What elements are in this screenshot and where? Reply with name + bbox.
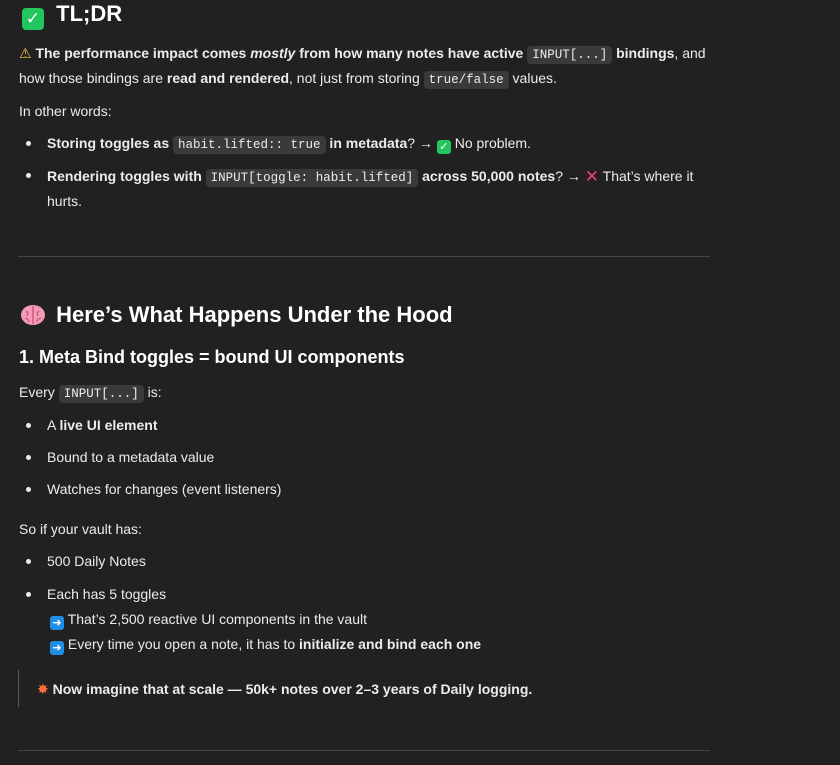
list-item: 500 Daily Notes xyxy=(47,553,146,569)
impact-line-1: ⚠ The performance impact comes mostly fr… xyxy=(19,45,706,64)
bullet-dot xyxy=(26,173,31,178)
scale-quote: ✸ Now imagine that at scale — 50k+ notes… xyxy=(37,681,532,698)
bullet-dot xyxy=(26,487,31,492)
bullet-rendering: Rendering toggles with INPUT[toggle: hab… xyxy=(47,167,693,187)
bullet-dot xyxy=(26,455,31,460)
text: values. xyxy=(508,70,557,86)
text: in metadata xyxy=(325,135,408,151)
bullet-storing: Storing toggles as habit.lifted:: true i… xyxy=(47,135,531,154)
vault-line: So if your vault has: xyxy=(19,521,142,537)
text: mostly xyxy=(250,45,296,61)
text: , not just from storing xyxy=(289,70,424,86)
chat-response: ✓ TL;DR ⚠ The performance impact comes m… xyxy=(0,0,840,765)
inline-code: habit.lifted:: true xyxy=(173,136,326,154)
text: is: xyxy=(143,384,162,400)
text: A xyxy=(47,417,60,433)
tldr-heading: ✓ TL;DR xyxy=(22,1,122,30)
text: The performance impact comes xyxy=(35,45,251,61)
meta-bind-subheading: 1. Meta Bind toggles = bound UI componen… xyxy=(19,347,405,367)
divider xyxy=(18,256,710,257)
text: Every time you open a note, it has to xyxy=(67,636,300,652)
inline-code: INPUT[...] xyxy=(527,46,613,64)
every-input-line: Every INPUT[...] is: xyxy=(19,384,162,403)
other-words: In other words: xyxy=(19,103,112,119)
text: That’s 2,500 reactive UI components in t… xyxy=(67,611,367,627)
brain-icon xyxy=(21,305,45,325)
check-icon: ✓ xyxy=(22,8,44,30)
hood-heading: Here’s What Happens Under the Hood xyxy=(20,302,453,328)
text: how those bindings are xyxy=(19,70,167,86)
text: Now imagine that at scale — 50k+ notes o… xyxy=(52,681,533,697)
text: Rendering toggles with xyxy=(47,168,206,184)
bullet-rendering-cont: hurts. xyxy=(47,193,83,209)
cross-icon: ✕ xyxy=(584,167,600,186)
list-item: Bound to a metadata value xyxy=(47,449,215,465)
bullet-dot xyxy=(26,141,31,146)
text: That’s where it xyxy=(599,168,694,184)
warning-icon: ⚠ xyxy=(19,45,32,61)
text: Storing toggles as xyxy=(47,135,174,151)
list-item: A live UI element xyxy=(47,417,158,433)
list-item: Each has 5 toggles xyxy=(47,586,167,602)
collision-icon: ✸ xyxy=(37,681,49,697)
arrow-line-2: ➜ Every time you open a note, it has to … xyxy=(50,636,481,655)
right-arrow-icon: ➜ xyxy=(50,641,64,655)
text: ? → xyxy=(407,135,437,151)
impact-line-2: how those bindings are read and rendered… xyxy=(19,70,557,89)
text: No problem. xyxy=(450,135,531,151)
text: across 50,000 notes xyxy=(418,168,556,184)
text: live UI element xyxy=(59,417,158,433)
bullet-dot xyxy=(26,559,31,564)
hood-title: Here’s What Happens Under the Hood xyxy=(56,302,453,327)
text: Every xyxy=(19,384,59,400)
bullet-dot xyxy=(26,423,31,428)
inline-code: true/false xyxy=(423,71,509,89)
check-icon: ✓ xyxy=(436,140,451,154)
divider xyxy=(18,750,710,751)
text: , and xyxy=(674,45,706,61)
text: from how many notes have active xyxy=(295,45,528,61)
list-item: Watches for changes (event listeners) xyxy=(47,481,282,497)
inline-code: INPUT[...] xyxy=(58,385,144,403)
arrow-line-1: ➜ That’s 2,500 reactive UI components in… xyxy=(50,611,367,630)
text: read and rendered xyxy=(166,70,290,86)
bullet-dot xyxy=(26,592,31,597)
text: initialize and bind each one xyxy=(299,636,482,652)
text: ? → xyxy=(555,168,585,184)
right-arrow-icon: ➜ xyxy=(50,616,64,630)
inline-code: INPUT[toggle: habit.lifted] xyxy=(205,169,419,187)
tldr-title: TL;DR xyxy=(56,1,123,26)
text: bindings xyxy=(612,45,675,61)
blockquote-bar xyxy=(18,670,19,707)
